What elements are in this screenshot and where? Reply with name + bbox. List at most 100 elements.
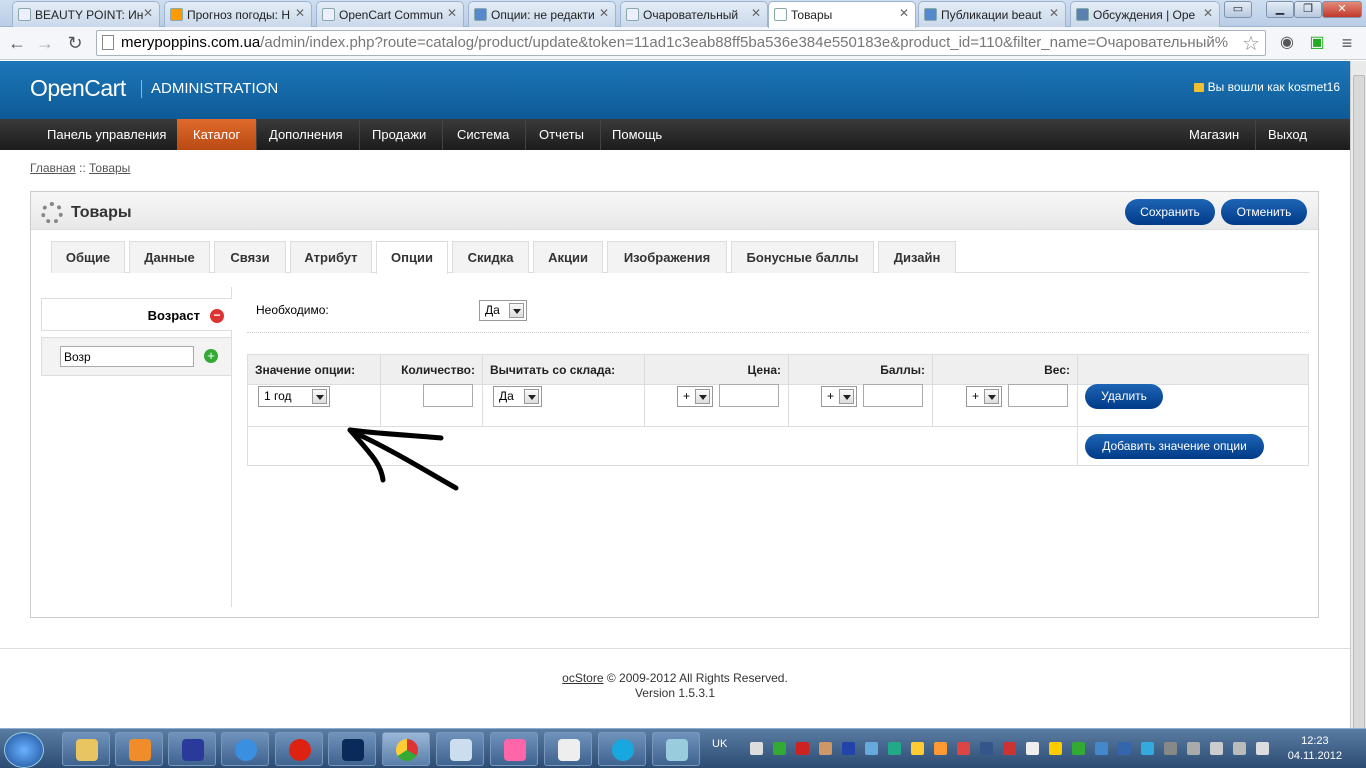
- save-app-taskbar-button[interactable]: [168, 732, 216, 766]
- browser-tab[interactable]: Прогноз погоды: Н ✕: [164, 1, 312, 27]
- reload-icon[interactable]: ↻: [64, 33, 86, 55]
- browser-tab[interactable]: Опции: не редакти ✕: [468, 1, 616, 27]
- volume-icon[interactable]: [1256, 742, 1269, 755]
- add-option-value-button[interactable]: Добавить значение опции: [1085, 434, 1264, 459]
- media-player-taskbar-button[interactable]: [115, 732, 163, 766]
- network-icon[interactable]: [1233, 742, 1246, 755]
- quantity-input[interactable]: [423, 384, 473, 407]
- menu-item-store[interactable]: Магазин: [1173, 119, 1257, 150]
- close-icon[interactable]: ✕: [143, 6, 153, 20]
- back-icon[interactable]: ←: [6, 33, 28, 55]
- menu-item-logout[interactable]: Выход: [1252, 119, 1323, 150]
- close-icon[interactable]: ✕: [295, 6, 305, 20]
- tray-icon[interactable]: [1003, 742, 1016, 755]
- notes-taskbar-button[interactable]: [544, 732, 592, 766]
- start-button[interactable]: [4, 732, 44, 768]
- new-tab-button[interactable]: ▭: [1224, 1, 1252, 18]
- tray-icon[interactable]: [980, 742, 993, 755]
- tray-icon[interactable]: [1210, 742, 1223, 755]
- browser-tab[interactable]: Публикации beaut ✕: [918, 1, 1066, 27]
- explorer-taskbar-button[interactable]: [62, 732, 110, 766]
- breadcrumb-products-link[interactable]: Товары: [89, 161, 130, 175]
- tray-icon[interactable]: [1187, 742, 1200, 755]
- required-select[interactable]: Да: [479, 300, 527, 321]
- skype-taskbar-button[interactable]: [598, 732, 646, 766]
- menu-item-sales[interactable]: Продажи: [356, 119, 444, 150]
- language-indicator[interactable]: UK: [712, 738, 727, 750]
- tray-icon[interactable]: [842, 742, 855, 755]
- menu-icon[interactable]: ≡: [1336, 33, 1358, 55]
- tray-icon[interactable]: [888, 742, 901, 755]
- tab-links[interactable]: Связи: [214, 241, 286, 273]
- chrome-taskbar-button[interactable]: [382, 732, 430, 766]
- tray-icon[interactable]: [819, 742, 832, 755]
- tab-design[interactable]: Дизайн: [878, 241, 956, 273]
- menu-item-reports[interactable]: Отчеты: [523, 119, 601, 150]
- tray-icon[interactable]: [911, 742, 924, 755]
- tray-icon[interactable]: [865, 742, 878, 755]
- photoshop-taskbar-button[interactable]: [328, 732, 376, 766]
- menu-item-help[interactable]: Помощь: [596, 119, 678, 150]
- points-input[interactable]: [863, 384, 923, 407]
- tray-icon[interactable]: [1141, 742, 1154, 755]
- close-icon[interactable]: ✕: [447, 6, 457, 20]
- menu-item-dashboard[interactable]: Панель управления: [31, 119, 184, 150]
- browser-tab[interactable]: Обсуждения | Оре ✕: [1070, 1, 1220, 27]
- menu-item-catalog[interactable]: Каталог: [177, 119, 258, 150]
- menu-item-extensions[interactable]: Дополнения: [253, 119, 360, 150]
- add-option-icon[interactable]: +: [204, 349, 218, 363]
- close-window-button[interactable]: ✕: [1322, 1, 1362, 18]
- paint-taskbar-button[interactable]: [652, 732, 700, 766]
- tab-general[interactable]: Общие: [51, 241, 125, 273]
- eye-extension-icon[interactable]: ◉: [1276, 33, 1298, 55]
- tray-icon[interactable]: [934, 742, 947, 755]
- breadcrumb-home-link[interactable]: Главная: [30, 161, 76, 175]
- menu-item-system[interactable]: Система: [441, 119, 527, 150]
- tray-icon[interactable]: [1026, 742, 1039, 755]
- tab-special[interactable]: Акции: [533, 241, 603, 273]
- tray-icon[interactable]: [1049, 742, 1062, 755]
- tab-options[interactable]: Опции: [376, 241, 448, 274]
- bookmark-star-icon[interactable]: ☆: [1242, 31, 1260, 56]
- tab-discount[interactable]: Скидка: [452, 241, 529, 273]
- remove-value-button[interactable]: Удалить: [1085, 384, 1163, 409]
- option-value-select[interactable]: 1 год: [258, 386, 330, 407]
- price-input[interactable]: [719, 384, 779, 407]
- weight-prefix-select[interactable]: +: [966, 386, 1002, 407]
- tray-icon[interactable]: [750, 742, 763, 755]
- close-icon[interactable]: ✕: [1049, 6, 1059, 20]
- logo[interactable]: OpenCart: [30, 75, 126, 102]
- opera-taskbar-button[interactable]: [275, 732, 323, 766]
- cancel-button[interactable]: Отменить: [1221, 199, 1307, 225]
- save-button[interactable]: Сохранить: [1125, 199, 1215, 225]
- tray-icon[interactable]: [1118, 742, 1131, 755]
- tray-icon[interactable]: [1164, 742, 1177, 755]
- outlook-taskbar-button[interactable]: [490, 732, 538, 766]
- tab-data[interactable]: Данные: [129, 241, 210, 273]
- browser-tab[interactable]: BEAUTY POINT: Ин ✕: [12, 1, 160, 27]
- tray-icon[interactable]: [957, 742, 970, 755]
- page-scrollbar[interactable]: [1350, 61, 1366, 740]
- minimize-button[interactable]: ▁: [1266, 1, 1294, 18]
- maximize-button[interactable]: ❐: [1294, 1, 1322, 18]
- browser-tab-active[interactable]: Товары ✕: [768, 1, 916, 28]
- tab-attribute[interactable]: Атрибут: [290, 241, 372, 273]
- close-icon[interactable]: ✕: [599, 6, 609, 20]
- tray-icon[interactable]: [1072, 742, 1085, 755]
- close-icon[interactable]: ✕: [1203, 6, 1213, 20]
- clock[interactable]: 12:23 04.11.2012: [1288, 734, 1342, 764]
- tray-icon[interactable]: [1095, 742, 1108, 755]
- tray-icon[interactable]: [773, 742, 786, 755]
- extension-icon[interactable]: ▣: [1306, 33, 1328, 55]
- tab-reward-points[interactable]: Бонусные баллы: [731, 241, 874, 273]
- address-bar[interactable]: merypoppins.com.ua/admin/index.php?route…: [96, 30, 1266, 56]
- ie-taskbar-button[interactable]: [221, 732, 269, 766]
- option-search-input[interactable]: [60, 346, 194, 367]
- close-icon[interactable]: ✕: [899, 6, 909, 20]
- weight-input[interactable]: [1008, 384, 1068, 407]
- remove-option-icon[interactable]: −: [210, 309, 224, 323]
- forward-icon[interactable]: →: [34, 33, 56, 55]
- browser-tab[interactable]: OpenCart Commun ✕: [316, 1, 464, 27]
- subtract-select[interactable]: Да: [493, 386, 542, 407]
- price-prefix-select[interactable]: +: [677, 386, 713, 407]
